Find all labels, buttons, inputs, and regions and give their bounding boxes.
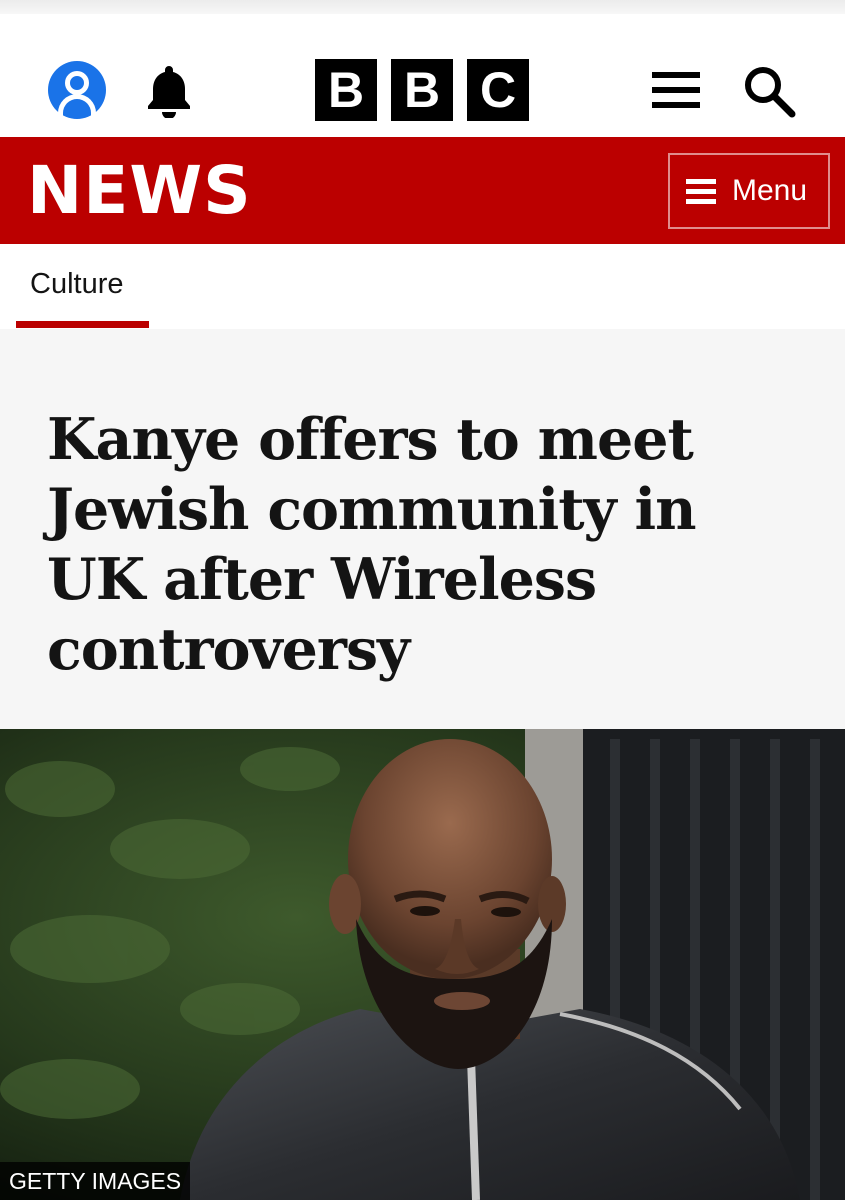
- article-headline: Kanye offers to meet Jewish community in…: [47, 406, 697, 683]
- image-credit: GETTY IMAGES: [0, 1162, 191, 1200]
- hero-image: GETTY IMAGES: [0, 729, 845, 1200]
- section-label: Culture: [30, 268, 124, 300]
- news-title[interactable]: NEWS: [27, 155, 252, 227]
- menu-button[interactable]: Menu: [668, 153, 830, 229]
- bell-icon[interactable]: [146, 62, 192, 118]
- section-link-culture[interactable]: Culture: [16, 244, 149, 329]
- account-icon[interactable]: [48, 61, 106, 119]
- active-section-indicator: [16, 321, 149, 328]
- hamburger-icon[interactable]: [652, 68, 700, 112]
- bbc-logo-letter: C: [467, 59, 529, 121]
- status-strip: [0, 0, 845, 14]
- bbc-masthead: B B C: [0, 14, 845, 137]
- bbc-logo-letter: B: [315, 59, 377, 121]
- menu-icon: [686, 179, 716, 204]
- bbc-logo[interactable]: B B C: [315, 59, 529, 121]
- menu-label: Menu: [732, 174, 808, 207]
- section-nav: Culture: [0, 244, 845, 329]
- search-icon[interactable]: [742, 64, 796, 118]
- news-bar: NEWS Menu: [0, 137, 845, 244]
- bbc-logo-letter: B: [391, 59, 453, 121]
- headline-area: Kanye offers to meet Jewish community in…: [0, 329, 845, 729]
